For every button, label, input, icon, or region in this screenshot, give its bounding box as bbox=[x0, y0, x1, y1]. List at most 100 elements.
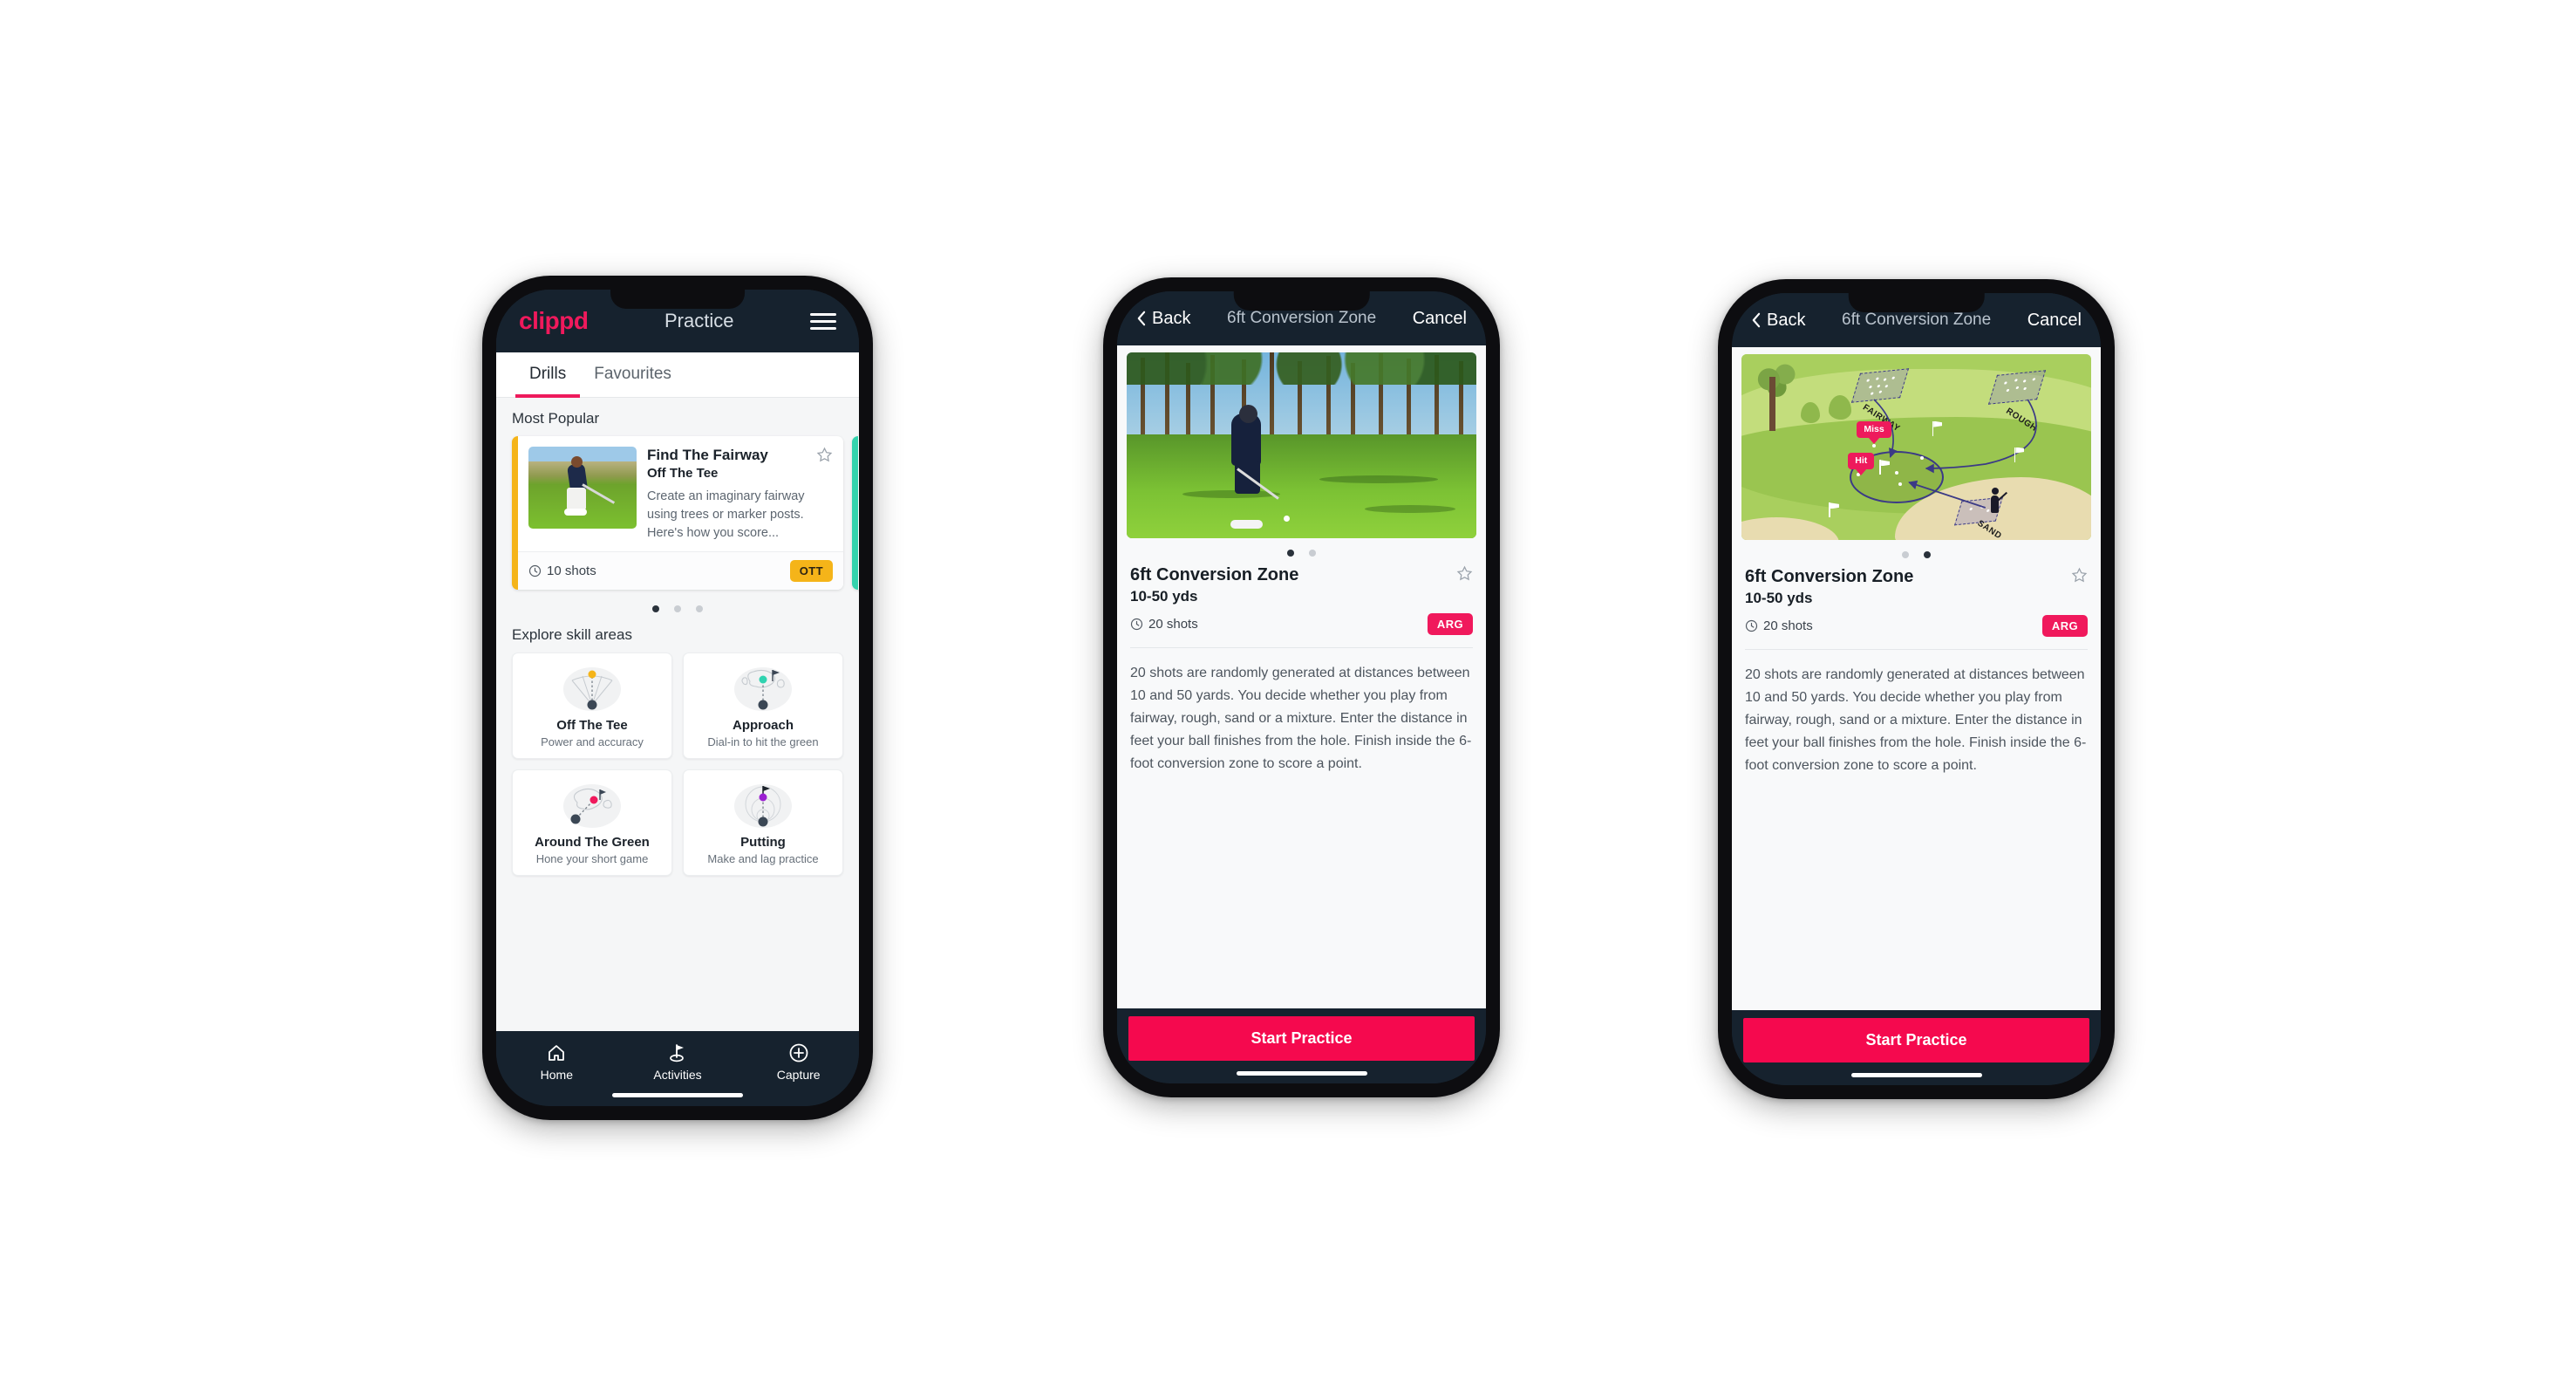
course-diagram-illustration: FAIRWAY ROUGH SAND Miss Hit bbox=[1741, 354, 2091, 540]
carousel-dots bbox=[512, 605, 843, 613]
tab-favourites[interactable]: Favourites bbox=[580, 352, 685, 398]
detail-title: 6ft Conversion Zone bbox=[1842, 311, 1992, 329]
drill-distance-range: 10-50 yds bbox=[1130, 588, 1198, 605]
start-practice-button[interactable]: Start Practice bbox=[1128, 1016, 1475, 1061]
star-outline-icon[interactable] bbox=[1456, 565, 1473, 582]
skill-card-around-the-green[interactable]: Around The Green Hone your short game bbox=[512, 769, 672, 877]
nav-item-label: Home bbox=[540, 1068, 574, 1082]
back-button[interactable]: Back bbox=[1751, 311, 1805, 331]
hit-marker: Hit bbox=[1848, 452, 1875, 469]
drill-carousel[interactable]: Find The Fairway Off The Tee Create an i… bbox=[512, 436, 859, 591]
bottom-navigation: Home Activities Capture bbox=[496, 1031, 859, 1106]
detail-title: 6ft Conversion Zone bbox=[1227, 309, 1377, 327]
nav-item-label: Activities bbox=[653, 1068, 702, 1082]
skill-badge-arg: ARG bbox=[1427, 613, 1473, 635]
drill-name-row: 6ft Conversion Zone bbox=[1130, 565, 1473, 585]
home-indicator bbox=[612, 1093, 743, 1097]
phone3-notch bbox=[1848, 293, 1985, 312]
drill-head-row: Find The Fairway bbox=[647, 447, 833, 464]
drill-card-top: Find The Fairway Off The Tee Create an i… bbox=[518, 436, 843, 551]
drill-shots-row: 20 shots ARG bbox=[1745, 615, 2088, 637]
carousel-dot-2[interactable] bbox=[674, 605, 681, 613]
tab-bar: Drills Favourites bbox=[496, 352, 859, 398]
skill-card-tagline: Hone your short game bbox=[535, 852, 649, 866]
skill-card-off-the-tee[interactable]: Off The Tee Power and accuracy bbox=[512, 653, 672, 760]
chevron-left-icon bbox=[1137, 311, 1146, 326]
phone-mockup-drill-detail-photo: Back 6ft Conversion Zone Cancel 6ft Conv… bbox=[1103, 277, 1500, 1097]
carousel-dot-1[interactable] bbox=[652, 605, 659, 613]
drill-media-photo[interactable] bbox=[1127, 352, 1476, 538]
drill-subtitle: Off The Tee bbox=[647, 466, 719, 481]
nav-item-label: Capture bbox=[776, 1068, 821, 1082]
back-label: Back bbox=[1152, 308, 1191, 328]
putting-rings-icon bbox=[691, 782, 835, 830]
cancel-button[interactable]: Cancel bbox=[1413, 309, 1467, 329]
chevron-left-icon bbox=[1752, 312, 1761, 328]
drill-description: 20 shots are randomly generated at dista… bbox=[1130, 666, 1472, 771]
tee-shot-fan-icon bbox=[520, 666, 664, 713]
drill-shots: 20 shots bbox=[1745, 618, 2042, 633]
drill-card[interactable]: Find The Fairway Off The Tee Create an i… bbox=[512, 436, 843, 591]
phone2-screen: Back 6ft Conversion Zone Cancel 6ft Conv… bbox=[1117, 291, 1486, 1083]
skill-badge-ott: OTT bbox=[789, 560, 833, 583]
shot-path-arrows bbox=[1873, 399, 2037, 509]
phone3-cta-bar: Start Practice bbox=[1732, 1010, 2101, 1085]
back-button[interactable]: Back bbox=[1136, 309, 1190, 329]
phone3-content: FAIRWAY ROUGH SAND Miss Hit 6ft Conversi… bbox=[1732, 347, 2101, 1010]
skill-card-putting[interactable]: Putting Make and lag practice bbox=[683, 769, 843, 877]
drill-name-row: 6ft Conversion Zone bbox=[1745, 567, 2088, 587]
skill-card-approach[interactable]: Approach Dial-in to hit the green bbox=[683, 653, 843, 760]
drill-title: Find The Fairway bbox=[647, 447, 768, 463]
drill-shots: 20 shots bbox=[1130, 617, 1428, 632]
nav-item-capture[interactable]: Capture bbox=[738, 1042, 859, 1082]
phone-mockup-practice-list: clippd Practice Drills Favourites Most P… bbox=[482, 276, 873, 1120]
drill-card-next-peek[interactable] bbox=[852, 436, 859, 591]
hamburger-icon[interactable] bbox=[810, 312, 836, 330]
phone1-screen: clippd Practice Drills Favourites Most P… bbox=[496, 290, 859, 1106]
skill-areas-grid: Off The Tee Power and accuracy Approach … bbox=[512, 653, 843, 877]
skill-card-title: Around The Green bbox=[535, 835, 650, 851]
home-indicator bbox=[1850, 1073, 1982, 1077]
star-outline-icon[interactable] bbox=[2071, 567, 2088, 584]
chip-green-icon bbox=[520, 782, 664, 830]
home-indicator bbox=[1236, 1071, 1367, 1076]
drill-meta: Find The Fairway Off The Tee Create an i… bbox=[647, 447, 833, 543]
phone-mockup-drill-detail-diagram: Back 6ft Conversion Zone Cancel FAIRWAY … bbox=[1718, 279, 2115, 1099]
clock-icon bbox=[1130, 618, 1143, 631]
phone1-content: Most Popular Find The Fairway Off The Te… bbox=[496, 398, 859, 1031]
golf-flag-icon bbox=[617, 1042, 739, 1064]
drill-info: 6ft Conversion Zone 10-50 yds 20 shots A… bbox=[1117, 560, 1486, 635]
plus-circle-icon bbox=[738, 1042, 859, 1064]
clock-icon bbox=[528, 564, 542, 577]
skill-card-title: Off The Tee bbox=[556, 718, 628, 734]
tab-drills[interactable]: Drills bbox=[515, 352, 581, 398]
media-dot-1[interactable] bbox=[1902, 551, 1909, 558]
nav-item-home[interactable]: Home bbox=[496, 1042, 617, 1082]
media-dot-2[interactable] bbox=[1309, 550, 1316, 557]
star-outline-icon[interactable] bbox=[816, 447, 833, 463]
phone2-notch bbox=[1233, 291, 1370, 311]
approach-green-icon bbox=[691, 666, 835, 713]
cancel-button[interactable]: Cancel bbox=[2027, 311, 2082, 331]
media-dot-1[interactable] bbox=[1287, 550, 1294, 557]
drill-description: 20 shots are randomly generated at dista… bbox=[1745, 667, 2087, 773]
drill-card-footer: 10 shots OTT bbox=[518, 551, 843, 591]
carousel-dot-3[interactable] bbox=[696, 605, 703, 613]
skill-card-title: Putting bbox=[740, 835, 786, 851]
drill-shots-label: 20 shots bbox=[1763, 618, 1813, 633]
skill-card-tagline: Power and accuracy bbox=[541, 735, 644, 749]
nav-item-activities[interactable]: Activities bbox=[617, 1042, 739, 1082]
media-carousel-dots bbox=[1117, 550, 1486, 557]
start-practice-button[interactable]: Start Practice bbox=[1743, 1018, 2089, 1062]
drill-media-diagram[interactable]: FAIRWAY ROUGH SAND Miss Hit bbox=[1741, 354, 2091, 540]
drill-shots: 10 shots bbox=[528, 564, 790, 578]
clippd-logo: clippd bbox=[519, 307, 589, 334]
golfer-chipping-photo bbox=[1127, 352, 1476, 538]
skill-card-title: Approach bbox=[732, 718, 794, 734]
drill-shots-row: 20 shots ARG bbox=[1130, 613, 1473, 635]
drill-shots-label: 10 shots bbox=[547, 564, 596, 579]
page-title: Practice bbox=[664, 310, 734, 331]
skill-card-tagline: Make and lag practice bbox=[707, 852, 819, 866]
media-dot-2[interactable] bbox=[1924, 551, 1931, 558]
drill-thumbnail bbox=[528, 447, 637, 529]
